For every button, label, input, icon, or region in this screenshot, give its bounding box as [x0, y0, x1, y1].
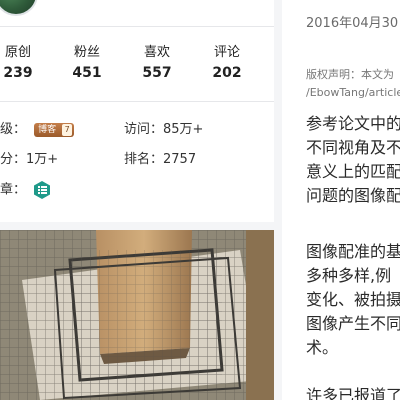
paragraph-line: 术。: [306, 338, 339, 357]
paragraph-line: 多种多样,例: [306, 266, 392, 285]
stat-value: 202: [212, 65, 242, 81]
stat-value: 451: [72, 65, 102, 81]
sidebar: 原创 239 粉丝 451 喜欢 557 评论 202 等级： 博客 7: [0, 0, 274, 400]
profile-card: 原创 239 粉丝 451 喜欢 557 评论 202 等级： 博客 7: [0, 0, 274, 222]
stat-fans[interactable]: 粉丝 451: [57, 44, 117, 84]
paragraph-line: 变化、被拍摄: [306, 290, 400, 309]
copyright-notice: 版权声明：本文为 /EbowTang/article: [306, 66, 400, 102]
divider: [0, 101, 274, 102]
paragraph-line: 不同视角及不: [306, 138, 400, 157]
article-panel: 2016年04月30日 版权声明：本文为 /EbowTang/article 参…: [282, 0, 400, 400]
paragraph-line: 许多已报道了: [306, 386, 400, 400]
stat-label: 粉丝: [73, 45, 100, 60]
level-label: 等级：: [0, 122, 27, 137]
paragraph-line: 问题的图像配: [306, 186, 400, 205]
points-row: 积分：1万+: [0, 151, 58, 169]
rank-value: 2757: [163, 152, 197, 167]
stat-label: 原创: [4, 45, 31, 60]
list-medal-icon[interactable]: [32, 180, 52, 200]
points-label: 积分：: [0, 152, 27, 167]
stat-value: 239: [3, 65, 33, 81]
copyright-line: 版权声明：本文为: [306, 68, 394, 81]
rebar-photo: [0, 230, 274, 400]
ad-image-construction-rebar[interactable]: [0, 230, 274, 400]
article-paragraph-3: 许多已报道了: [306, 384, 400, 400]
article-paragraph-1: 参考论文中的 不同视角及不 意义上的匹配 问题的图像配: [306, 112, 400, 208]
stat-value: 557: [142, 65, 172, 81]
badge-level-number: 7: [62, 123, 73, 136]
medal-row: 勋章：: [0, 180, 52, 200]
publish-date: 2016年04月30日: [306, 16, 400, 31]
stat-original[interactable]: 原创 239: [0, 44, 48, 84]
stat-likes[interactable]: 喜欢 557: [127, 44, 187, 84]
avatar[interactable]: [0, 0, 38, 16]
paragraph-line: 参考论文中的: [306, 114, 400, 133]
copyright-link[interactable]: /EbowTang/article: [306, 84, 400, 102]
level-row: 等级： 博客 7: [0, 121, 75, 139]
medal-label: 勋章：: [0, 182, 27, 198]
divider: [0, 26, 274, 27]
visits-value: 85万+: [163, 122, 204, 137]
paragraph-line: 意义上的匹配: [306, 162, 400, 181]
blog-level-badge[interactable]: 博客 7: [34, 122, 75, 137]
profile-stats: 原创 239 粉丝 451 喜欢 557 评论 202: [0, 44, 274, 88]
stat-comments[interactable]: 评论 202: [197, 44, 257, 84]
visits-row: 访问：85万+: [124, 121, 203, 139]
rank-label: 排名：: [124, 152, 164, 167]
article-paragraph-2: 图像配准的基 多种多样,例 变化、被拍摄 图像产生不同 术。: [306, 240, 400, 360]
paragraph-line: 图像产生不同: [306, 314, 400, 333]
points-value: 1万+: [26, 152, 59, 167]
rank-row: 排名：2757: [124, 151, 196, 169]
stat-label: 喜欢: [143, 45, 170, 60]
visits-label: 访问：: [124, 122, 164, 137]
paragraph-line: 图像配准的基: [306, 242, 400, 261]
badge-text: 博客: [38, 124, 57, 135]
stat-label: 评论: [213, 45, 240, 60]
